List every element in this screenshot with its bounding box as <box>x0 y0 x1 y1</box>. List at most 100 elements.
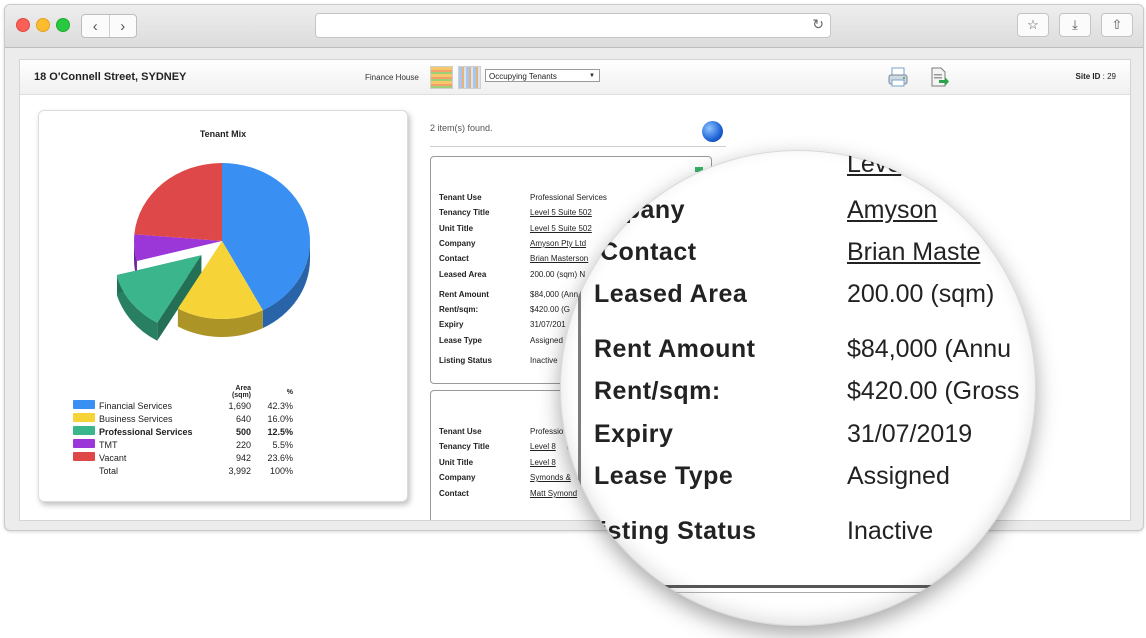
chevron-left-icon[interactable]: ‹ <box>82 15 109 37</box>
legend-row: Business Services 640 16.0% <box>73 412 293 425</box>
legend-row: Vacant 942 23.6% <box>73 451 293 464</box>
stack-view-icon[interactable] <box>458 66 481 89</box>
chart-legend: Area (sqm) % Financial Services 1,690 42… <box>73 385 293 477</box>
minimize-window-button[interactable] <box>36 18 50 32</box>
lease-type-row: Lease Type Assigned <box>439 336 563 345</box>
browser-toolbar: ‹ › ↻ ☆ ⤓ ⇧ <box>5 5 1143 48</box>
share-icon[interactable]: ⇧ <box>1101 13 1133 37</box>
legend-total-row: Total 3,992 100% <box>73 464 293 477</box>
legend-area: 942 <box>235 452 251 463</box>
legend-name: Financial Services <box>99 400 173 411</box>
tenant-use-row: Tenant Use Professio <box>439 427 563 436</box>
legend-row: Financial Services 1,690 42.3% <box>73 399 293 412</box>
mag-leased-label: Leased Area <box>594 280 748 308</box>
field-label: Company <box>439 473 476 482</box>
address-bar[interactable]: ↻ <box>315 13 831 38</box>
tenant-filter-select[interactable]: Occupying Tenants ▼ <box>485 69 600 82</box>
finance-house-label: Finance House <box>365 73 419 82</box>
mag-rentsqm-label: Rent/sqm: <box>594 377 721 405</box>
legend-row: TMT 220 5.5% <box>73 438 293 451</box>
heatmap-view-icon[interactable] <box>430 66 453 89</box>
chevron-down-icon: ▼ <box>589 73 595 79</box>
legend-area: 500 <box>235 426 251 437</box>
legend-pct: 16.0% <box>267 413 293 424</box>
divider <box>430 146 726 147</box>
card-edge <box>578 150 581 590</box>
mag-leased-value: 200.00 (sqm) <box>847 280 995 308</box>
close-window-button[interactable] <box>16 18 30 32</box>
listing-status-row: Listing Status Inactive <box>439 356 558 365</box>
legend-total-label: Total <box>99 465 119 476</box>
field-label: Tenant Use <box>439 427 482 436</box>
mag-lease-value: Assigned <box>847 462 950 490</box>
field-label: Contact <box>439 254 469 263</box>
field-label: Leased Area <box>439 270 487 279</box>
page-header: 18 O'Connell Street, SYDNEY Finance Hous… <box>20 60 1130 95</box>
field-label: Rent/sqm: <box>439 305 479 314</box>
mag-rent-label: Rent Amount <box>594 335 756 363</box>
site-id: Site ID : 29 <box>1076 72 1116 81</box>
mag-contact-value: Brian Maste <box>847 238 981 266</box>
unit-title-link[interactable]: Level 8 <box>530 458 556 467</box>
page-title: 18 O'Connell Street, SYDNEY <box>34 71 187 83</box>
field-label: Lease Type <box>439 336 482 345</box>
company-row: Company Symonds & <box>439 473 571 482</box>
chevron-right-icon[interactable]: › <box>108 15 137 37</box>
legend-pct: 5.5% <box>272 439 293 450</box>
mag-company-value: Amyson <box>847 196 938 224</box>
card-bottom-border <box>570 585 1000 588</box>
rent-sqm-row: Rent/sqm: $420.00 (G <box>439 305 570 314</box>
legend-pct: 42.3% <box>267 400 293 411</box>
globe-icon[interactable] <box>702 121 723 142</box>
results-count: 2 item(s) found. <box>430 123 493 133</box>
nav-buttons: ‹ › <box>81 14 137 38</box>
field-label: Expiry <box>439 320 464 329</box>
pie-slice-vacant[interactable] <box>134 163 222 241</box>
legend-pct: 12.5% <box>267 426 293 437</box>
tenancy-title-link[interactable]: Level 8 <box>530 442 556 451</box>
print-icon[interactable] <box>887 66 909 88</box>
legend-name: Business Services <box>99 413 173 424</box>
contact-row: Contact Matt Symond <box>439 489 577 498</box>
legend-name: TMT <box>99 439 118 450</box>
unit-title-row: Unit Title Level 8 <box>439 458 556 467</box>
legend-row: Professional Services 500 12.5% <box>73 425 293 438</box>
legend-swatch <box>73 439 95 448</box>
field-value: Assigned <box>530 336 563 345</box>
legend-swatch <box>73 400 95 409</box>
field-label: Tenancy Title <box>439 208 490 217</box>
site-id-label: Site ID <box>1075 72 1101 81</box>
field-label: Unit Title <box>439 458 474 467</box>
legend-area: 1,690 <box>228 400 251 411</box>
magnified-tenant-details: Leve mpany Amyson Contact Brian Maste Le… <box>560 150 1036 626</box>
legend-swatch <box>73 413 95 422</box>
mag-company-label: mpany <box>602 196 686 224</box>
export-icon[interactable] <box>928 66 950 88</box>
mag-rent-value: $84,000 (Annu <box>847 335 1012 363</box>
field-value: Inactive <box>530 356 558 365</box>
mag-status-label: isting Status <box>600 517 757 545</box>
reload-icon[interactable]: ↻ <box>812 16 824 33</box>
download-icon[interactable]: ⤓ <box>1059 13 1091 37</box>
legend-area: 640 <box>235 413 251 424</box>
legend-name: Vacant <box>99 452 127 463</box>
mag-expiry-value: 31/07/2019 <box>847 420 973 448</box>
legend-name: Professional Services <box>99 426 193 437</box>
mag-status-value: Inactive <box>847 517 934 545</box>
legend-swatch <box>73 452 95 461</box>
field-label: Company <box>439 239 476 248</box>
legend-swatch <box>73 426 95 435</box>
tenancy-title-row: Tenancy Title Level 8 <box>439 442 556 451</box>
site-id-value: : 29 <box>1102 72 1116 81</box>
mag-lease-label: Lease Type <box>594 462 734 490</box>
legend-total-pct: 100% <box>269 465 293 476</box>
star-icon[interactable]: ☆ <box>1017 13 1049 37</box>
tenant-filter-value: Occupying Tenants <box>489 72 557 81</box>
zoom-window-button[interactable] <box>56 18 70 32</box>
field-value: Professio <box>530 427 564 436</box>
legend-col-pct: % <box>286 388 293 396</box>
mag-tenancy-value: Leve <box>847 150 902 178</box>
expiry-row: Expiry 31/07/201 <box>439 320 566 329</box>
tenant-mix-pie-chart <box>117 163 310 341</box>
field-label: Tenant Use <box>439 193 482 202</box>
